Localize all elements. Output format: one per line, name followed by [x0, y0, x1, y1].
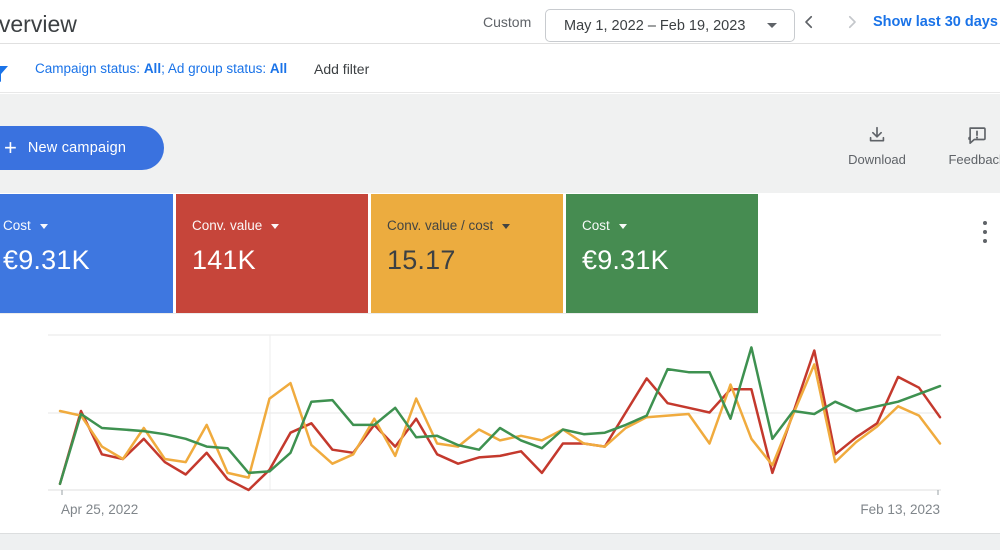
line-chart-canvas[interactable]: [48, 328, 943, 498]
x-axis-start-label: Apr 25, 2022: [61, 502, 139, 517]
scorecards-row: Cost €9.31K Conv. value 141K Conv. value…: [0, 194, 761, 313]
caret-down-icon: [39, 224, 48, 229]
caret-down-icon: [271, 224, 280, 229]
kebab-dot: [983, 230, 987, 234]
show-last-30-days-link[interactable]: Show last 30 days: [873, 14, 998, 30]
feedback-button[interactable]: Feedback: [942, 124, 1000, 167]
scorecard-conv-value-per-cost[interactable]: Conv. value / cost 15.17: [371, 194, 563, 313]
kebab-dot: [983, 221, 987, 225]
campaign-status-value: All: [143, 61, 162, 76]
scorecard-metric-value: 141K: [192, 245, 256, 275]
status-filter-chip[interactable]: Campaign status: All; Ad group status: A…: [35, 61, 287, 76]
date-range-value: May 1, 2022 – Feb 19, 2023: [564, 17, 746, 34]
top-header: Overview Custom May 1, 2022 – Feb 19, 20…: [0, 0, 1000, 44]
new-campaign-button[interactable]: + New campaign: [0, 126, 164, 170]
feedback-icon: [968, 127, 986, 144]
chevron-right-icon: [848, 15, 856, 29]
chevron-left-icon: [805, 15, 813, 29]
overview-timeseries-chart: Apr 25, 2022 Feb 13, 2023: [0, 320, 1000, 533]
scorecard-metric-label: Cost: [3, 218, 31, 233]
ad-group-status-label: Ad group status:: [167, 61, 270, 76]
overview-more-options-button[interactable]: [978, 221, 992, 243]
download-button[interactable]: Download: [842, 124, 912, 167]
previous-period-button[interactable]: [800, 13, 820, 33]
filter-funnel-icon: [0, 66, 8, 82]
download-label: Download: [848, 152, 906, 167]
scorecards-divider: [0, 313, 758, 314]
chart-series-group: [58, 346, 942, 492]
date-range-selector[interactable]: May 1, 2022 – Feb 19, 2023: [545, 9, 795, 42]
scorecard-metric-label: Conv. value / cost: [387, 218, 494, 233]
scorecard-conv-value[interactable]: Conv. value 141K: [176, 194, 368, 313]
add-filter-button[interactable]: Add filter: [314, 61, 369, 77]
kebab-dot: [983, 239, 987, 243]
x-axis-end-label: Feb 13, 2023: [860, 502, 940, 517]
caret-down-icon: [618, 224, 627, 229]
campaign-status-label: Campaign status:: [35, 61, 144, 76]
filter-bar: Campaign status: All; Ad group status: A…: [0, 44, 1000, 93]
scorecard-metric-label: Cost: [582, 218, 610, 233]
toolbar-band: + New campaign Download Feedback: [0, 94, 1000, 193]
new-campaign-label: New campaign: [27, 140, 127, 156]
page-title: Overview: [0, 11, 77, 37]
scorecard-cost-2[interactable]: Cost €9.31K: [566, 194, 758, 313]
section-divider-band: [0, 533, 1000, 550]
feedback-label: Feedback: [948, 152, 1000, 167]
status-separator: ;: [161, 61, 168, 76]
series-line-conv-value-cost: [58, 363, 942, 479]
plus-icon: +: [4, 135, 17, 160]
series-line-conv-value: [58, 349, 942, 492]
download-icon: [869, 126, 885, 142]
scorecard-metric-value: 15.17: [387, 245, 456, 275]
next-period-button[interactable]: [843, 13, 863, 33]
caret-down-icon: [767, 23, 778, 28]
scorecard-metric-value: €9.31K: [3, 245, 90, 275]
ad-group-status-value: All: [269, 61, 288, 76]
date-mode-label: Custom: [483, 14, 532, 30]
scorecard-cost-1[interactable]: Cost €9.31K: [0, 194, 173, 313]
scorecard-metric-label: Conv. value: [192, 218, 263, 233]
caret-down-icon: [502, 224, 511, 229]
scorecard-metric-value: €9.31K: [582, 245, 669, 275]
